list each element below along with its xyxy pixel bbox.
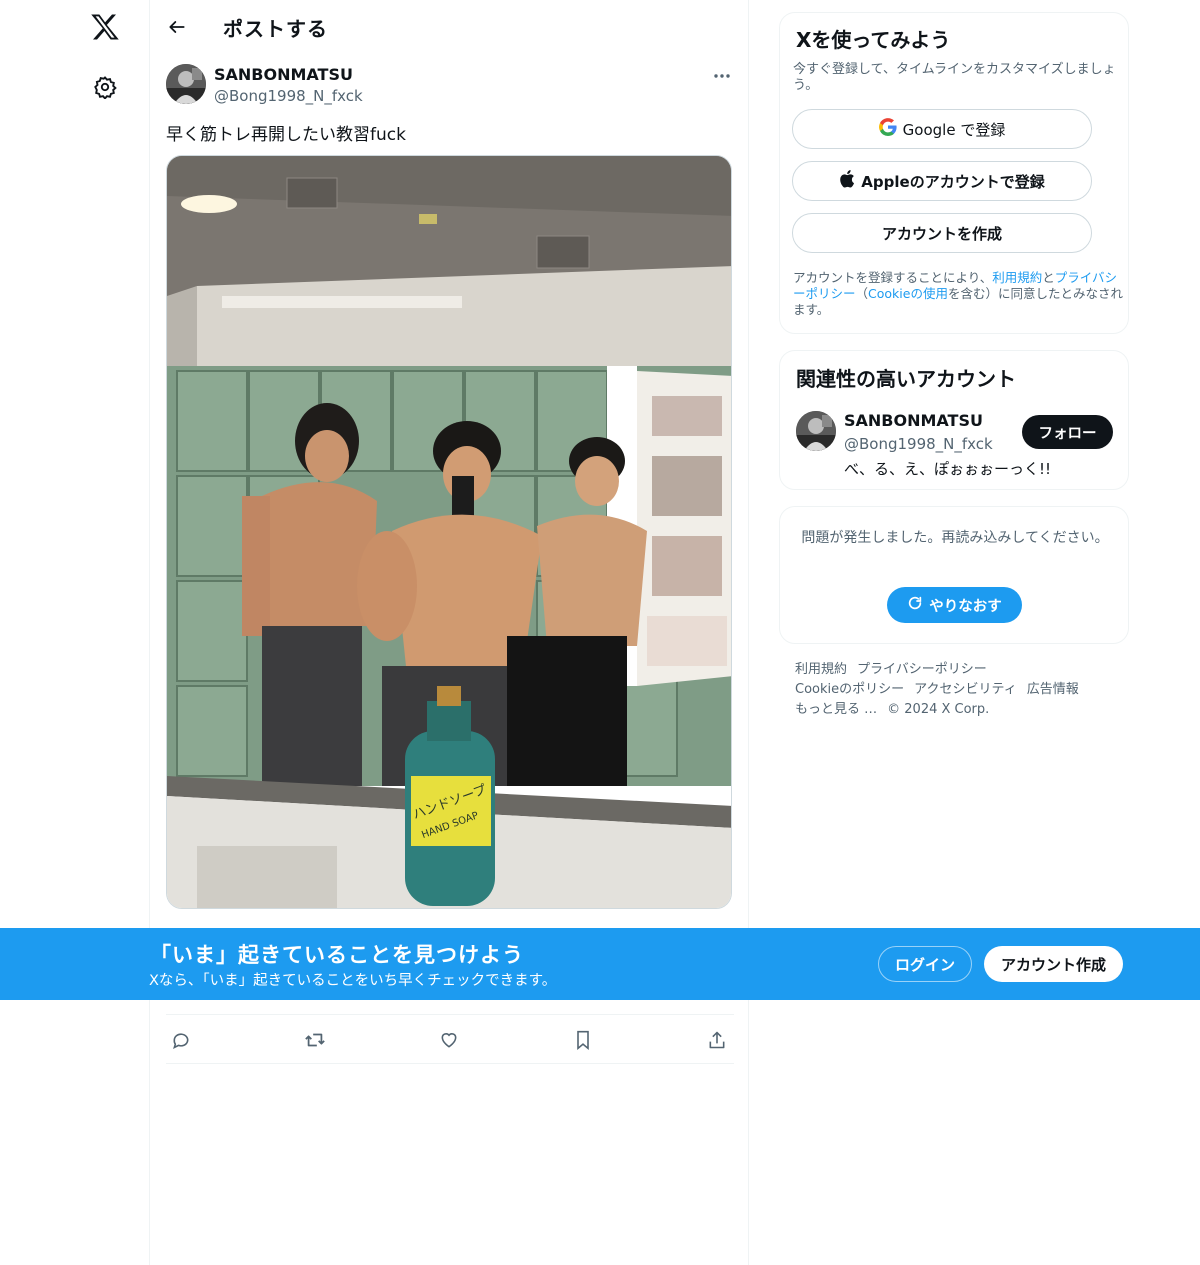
google-signup-button[interactable]: Google で登録 xyxy=(792,109,1092,149)
avatar[interactable] xyxy=(166,64,206,104)
relevant-title: 関連性の高いアカウント xyxy=(796,367,1016,391)
share-icon[interactable] xyxy=(706,1029,728,1051)
relevant-bio: べ、る、え、ぽぉぉぉーっく!! xyxy=(844,460,1052,478)
apple-icon xyxy=(839,170,855,192)
relevant-name[interactable]: SANBONMATSU xyxy=(844,411,983,430)
heart-icon[interactable] xyxy=(438,1029,460,1051)
author-handle[interactable]: @Bong1998_N_fxck xyxy=(214,87,363,105)
google-signup-label: Google で登録 xyxy=(902,120,1006,139)
relevant-handle[interactable]: @Bong1998_N_fxck xyxy=(844,435,993,453)
footer-link-accessibility[interactable]: アクセシビリティ xyxy=(914,682,1017,697)
left-rail xyxy=(0,0,150,1265)
tweet-photo[interactable]: ハンドソープ HAND SOAP xyxy=(166,155,732,909)
tweet-author: SANBONMATSU @Bong1998_N_fxck xyxy=(166,64,736,108)
avatar[interactable] xyxy=(796,411,836,451)
more-dots-icon[interactable] xyxy=(708,66,736,86)
banner-subtitle: Xなら、「いま」起きていることをいち早くチェックできます。 xyxy=(149,973,557,989)
terms-paren: （ xyxy=(855,286,869,301)
x-logo-icon[interactable] xyxy=(88,10,122,44)
footer-link-privacy[interactable]: プライバシーポリシー xyxy=(857,662,987,677)
page-title: ポストする xyxy=(223,17,328,41)
bookmark-icon[interactable] xyxy=(572,1029,594,1051)
retry-label: やりなおす xyxy=(929,598,1002,615)
terms-link[interactable]: 利用規約 xyxy=(992,270,1042,285)
error-card: 問題が発生しました。再読み込みしてください。 やりなおす xyxy=(779,506,1129,644)
footer-link-cookies[interactable]: Cookieのポリシー xyxy=(795,682,904,697)
author-name[interactable]: SANBONMATSU xyxy=(214,65,353,84)
login-banner: 「いま」起きていることを見つけよう Xなら、「いま」起きていることをいち早くチェ… xyxy=(0,928,1200,1000)
footer-copyright: © 2024 X Corp. xyxy=(887,702,990,717)
error-message: 問題が発生しました。再読み込みしてください。 xyxy=(801,530,1109,546)
top-bar: ポストする xyxy=(150,0,749,54)
main-column: ポストする SANBONMATSU @Bong1998_N_fxck 早く筋トレ… xyxy=(149,0,749,1265)
signup-card: Xを使ってみよう 今すぐ登録して、タイムラインをカスタマイズしましょう。 Goo… xyxy=(779,12,1129,334)
gear-icon[interactable] xyxy=(90,72,120,102)
repost-icon[interactable] xyxy=(304,1029,326,1051)
google-icon xyxy=(878,118,897,140)
banner-headline: 「いま」起きていることを見つけよう xyxy=(150,943,524,967)
footer-link-more[interactable]: もっと見る … xyxy=(795,702,877,717)
terms-and: と xyxy=(1042,270,1055,285)
create-account-button[interactable]: アカウントを作成 xyxy=(792,213,1092,253)
relevant-accounts-card: 関連性の高いアカウント SANBONMATSU @Bong1998_N_fxck… xyxy=(779,350,1129,490)
signup-title: Xを使ってみよう xyxy=(796,28,951,52)
reply-icon[interactable] xyxy=(170,1029,192,1051)
sidebar-footer: 利用規約 プライバシーポリシー Cookieのポリシー アクセシビリティ 広告情報 も… xyxy=(795,660,1125,720)
signup-button[interactable]: アカウント作成 xyxy=(984,946,1123,982)
follow-button[interactable]: フォロー xyxy=(1022,415,1113,449)
signup-terms: アカウントを登録することにより、利用規約とプライバシーポリシー（Cookieの使… xyxy=(793,270,1123,318)
refresh-icon xyxy=(907,595,923,615)
terms-text: アカウントを登録することにより、 xyxy=(793,270,993,285)
footer-link-ads[interactable]: 広告情報 xyxy=(1027,682,1079,697)
tweet-actions xyxy=(166,1014,734,1064)
apple-signup-button[interactable]: Appleのアカウントで登録 xyxy=(792,161,1092,201)
tweet-text: 早く筋トレ再開したい教習fuck xyxy=(166,125,406,145)
retry-button[interactable]: やりなおす xyxy=(887,587,1022,623)
arrow-left-icon[interactable] xyxy=(164,14,190,40)
apple-signup-label: Appleのアカウントで登録 xyxy=(861,172,1045,191)
login-button[interactable]: ログイン xyxy=(878,946,972,982)
footer-link-terms[interactable]: 利用規約 xyxy=(795,662,847,677)
signup-subtitle: 今すぐ登録して、タイムラインをカスタマイズしましょう。 xyxy=(793,62,1116,93)
cookie-link[interactable]: Cookieの使用 xyxy=(868,286,948,301)
